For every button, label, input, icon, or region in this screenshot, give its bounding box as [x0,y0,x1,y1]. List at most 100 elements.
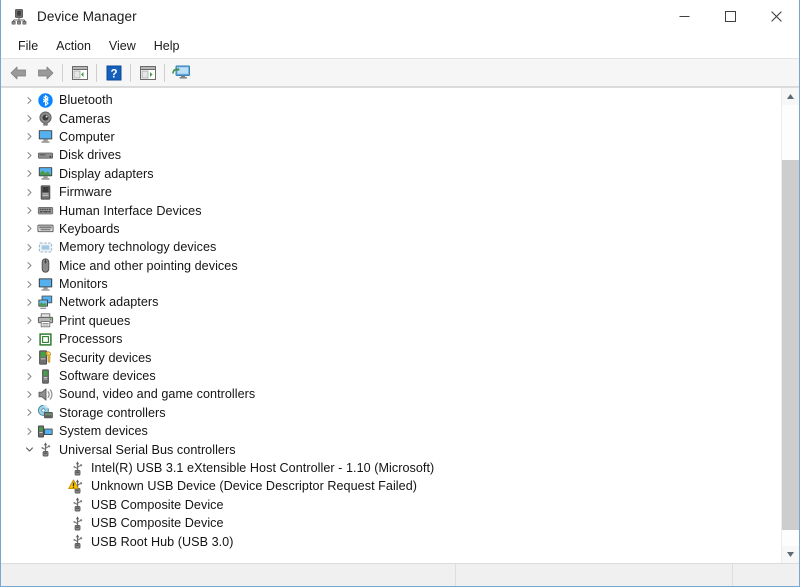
bluetooth-icon [37,92,54,109]
tree-item[interactable]: Network adapters [1,293,781,311]
tree-item[interactable]: System devices [1,422,781,440]
status-segment-secondary [456,564,733,586]
menu-file[interactable]: File [9,37,47,55]
chevron-right-icon [26,335,32,343]
expand-toggle[interactable] [21,408,37,417]
status-segment-main [1,564,456,586]
menu-view[interactable]: View [100,37,145,55]
tree-item[interactable]: Mice and other pointing devices [1,257,781,275]
chevron-right-icon [26,390,32,398]
menu-bar: File Action View Help [1,34,799,59]
tree-item[interactable]: USB Composite Device [1,496,781,514]
tree-item[interactable]: Print queues [1,312,781,330]
device-tree[interactable]: Bluetooth Cameras Computer Disk drives Displ… [1,88,781,563]
scroll-down-arrow-icon [787,552,794,557]
expand-toggle[interactable] [21,353,37,362]
usb-icon [69,496,86,513]
vertical-scrollbar[interactable] [781,88,799,563]
expand-toggle[interactable] [21,206,37,215]
storage-controller-icon [37,404,54,421]
expand-toggle[interactable] [21,427,37,436]
software-device-icon [37,368,54,385]
expand-toggle[interactable] [21,114,37,123]
tree-item-label: Display adapters [59,166,154,181]
firmware-icon [37,184,54,201]
toolbar-separator [62,63,63,82]
back-button[interactable] [6,61,31,84]
tree-item[interactable]: Processors [1,330,781,348]
close-button[interactable] [753,0,799,33]
chevron-right-icon [26,262,32,270]
menu-help[interactable]: Help [145,37,189,55]
expand-toggle[interactable] [21,372,37,381]
expand-toggle[interactable] [21,151,37,160]
expand-toggle[interactable] [21,261,37,270]
system-device-icon [37,423,54,440]
expand-toggle[interactable] [21,169,37,178]
tree-item[interactable]: Security devices [1,348,781,366]
tree-item[interactable]: USB Composite Device [1,514,781,532]
tree-item[interactable]: Universal Serial Bus controllers [1,440,781,458]
usb-icon [69,533,86,550]
keyboard-icon [37,220,54,237]
tree-item[interactable]: Sound, video and game controllers [1,385,781,403]
tree-item[interactable]: Memory technology devices [1,238,781,256]
chevron-right-icon [26,188,32,196]
tree-item[interactable]: USB Root Hub (USB 3.0) [1,532,781,550]
expand-toggle[interactable] [21,335,37,344]
collapse-toggle[interactable] [21,445,37,454]
chevron-right-icon [26,317,32,325]
tree-item[interactable]: Unknown USB Device (Device Descriptor Re… [1,477,781,495]
window-title: Device Manager [37,9,137,24]
usb-icon [69,515,86,532]
expand-toggle[interactable] [21,224,37,233]
forward-button[interactable] [33,61,58,84]
tree-item[interactable]: Disk drives [1,146,781,164]
disk-drive-icon [37,147,54,164]
scan-for-hardware-changes-button[interactable] [169,61,194,84]
tree-item[interactable]: Human Interface Devices [1,201,781,219]
tree-item-label: Processors [59,332,123,347]
window-controls [661,0,799,33]
chevron-right-icon [26,207,32,214]
security-device-icon [37,349,54,366]
tree-item[interactable]: Display adapters [1,165,781,183]
expand-toggle[interactable] [21,316,37,325]
tree-item[interactable]: Software devices [1,367,781,385]
toolbar-separator [130,63,131,82]
help-button[interactable]: ? [101,61,126,84]
maximize-button[interactable] [707,0,753,33]
tree-item-label: Sound, video and game controllers [59,387,256,402]
tree-item[interactable]: Firmware [1,183,781,201]
tree-item-label: Monitors [59,277,108,292]
tree-item[interactable]: Monitors [1,275,781,293]
chevron-right-icon [26,409,32,417]
computer-icon [37,128,54,145]
minimize-button[interactable] [661,0,707,33]
expand-toggle[interactable] [21,243,37,252]
scroll-up-button[interactable] [782,88,799,105]
chevron-right-icon [26,280,32,288]
status-bar [1,563,799,586]
scrollbar-thumb[interactable] [782,160,799,530]
chevron-right-icon [26,427,32,435]
tree-item[interactable]: Intel(R) USB 3.1 eXtensible Host Control… [1,459,781,477]
scroll-down-button[interactable] [782,546,799,563]
expand-toggle[interactable] [21,188,37,197]
expand-toggle[interactable] [21,390,37,399]
tree-item[interactable]: Computer [1,128,781,146]
status-segment-tertiary [733,564,799,586]
tree-item[interactable]: Storage controllers [1,404,781,422]
display-adapter-icon [37,165,54,182]
expand-toggle[interactable] [21,132,37,141]
expand-toggle[interactable] [21,96,37,105]
properties-button[interactable] [135,61,160,84]
expand-toggle[interactable] [21,298,37,307]
tree-item[interactable]: Keyboards [1,220,781,238]
tree-item-label: Keyboards [59,221,120,236]
menu-action[interactable]: Action [47,37,100,55]
expand-toggle[interactable] [21,280,37,289]
show-hide-console-tree-button[interactable] [67,61,92,84]
tree-item[interactable]: Cameras [1,109,781,127]
tree-item[interactable]: Bluetooth [1,91,781,109]
